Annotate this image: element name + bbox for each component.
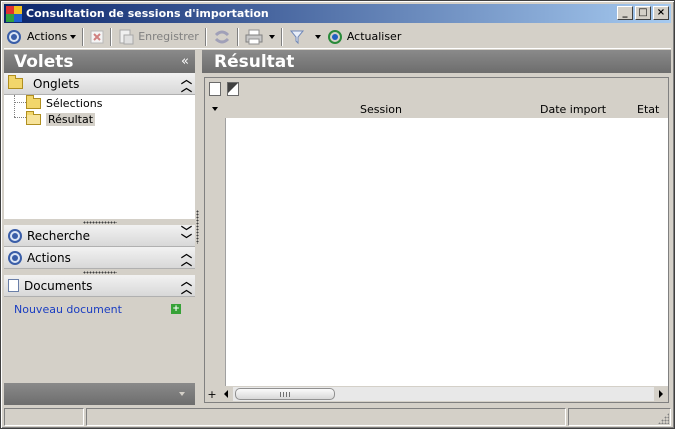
status-cell	[568, 408, 671, 426]
volets-header: Volets «	[4, 50, 195, 73]
filter-button[interactable]	[286, 26, 324, 48]
toolbar-separator	[110, 27, 113, 46]
onglets-section-header[interactable]: Onglets ︿ ︿	[4, 73, 195, 95]
scroll-track[interactable]	[233, 387, 654, 401]
actions-section-icon	[8, 250, 22, 265]
add-document-icon[interactable]: +	[171, 304, 181, 314]
toolbar-separator	[204, 27, 207, 46]
actions-icon-button[interactable]	[4, 26, 24, 48]
open-folder-icon	[26, 110, 41, 125]
actions-section-header[interactable]: Actions ︿ ︿	[4, 247, 195, 269]
collapse-panel-icon[interactable]: «	[181, 54, 189, 69]
new-document-link[interactable]: Nouveau document	[14, 303, 122, 316]
volets-bottom-bar[interactable]	[4, 383, 195, 405]
status-bar	[4, 408, 671, 426]
double-chevron-down-icon[interactable]: ﹀ ﹀	[181, 226, 192, 245]
onglets-tree: Sélections Résultat	[4, 94, 195, 219]
toolbar: Actions Enregistrer Actualiser	[4, 25, 671, 49]
chevron-down-icon	[212, 107, 218, 111]
scroll-thumb[interactable]	[235, 388, 335, 400]
edit-document-icon[interactable]	[227, 82, 239, 96]
refresh-label: Actualiser	[346, 30, 402, 43]
delete-icon	[90, 30, 104, 43]
actions-icon	[7, 29, 21, 44]
column-chooser-button[interactable]	[205, 100, 225, 118]
app-icon	[6, 5, 22, 22]
close-button[interactable]: ×	[653, 6, 669, 20]
horizontal-scrollbar[interactable]: +	[205, 386, 668, 402]
resultat-header: Résultat	[202, 50, 671, 73]
folder-icon	[26, 94, 41, 109]
chevron-down-icon	[268, 34, 275, 39]
new-document-icon[interactable]	[209, 82, 221, 96]
grid-body[interactable]	[225, 118, 668, 386]
grid-toolbar	[205, 78, 668, 100]
actions-section-label: Actions	[27, 250, 71, 265]
double-chevron-up-icon[interactable]: ︿ ︿	[181, 276, 192, 295]
document-icon	[8, 279, 19, 292]
documents-label: Documents	[24, 278, 93, 293]
tree-item-resultat[interactable]: Résultat	[26, 110, 96, 127]
chevron-down-icon	[70, 34, 77, 39]
column-header-date-import[interactable]: Date import	[540, 103, 606, 116]
scroll-left-button[interactable]	[219, 387, 233, 401]
documents-body: Nouveau document +	[4, 297, 195, 361]
print-icon	[245, 29, 263, 44]
folder-icon	[8, 75, 23, 89]
maximize-button[interactable]: □	[635, 6, 651, 20]
actions-menu-button[interactable]: Actions	[24, 26, 79, 48]
panel-splitter[interactable]	[196, 210, 199, 244]
documents-section-header[interactable]: Documents ︿ ︿	[4, 275, 195, 297]
results-grid: Session Date import Etat +	[204, 77, 669, 403]
resultat-title: Résultat	[214, 51, 295, 72]
actions-menu-label: Actions	[27, 30, 68, 43]
recherche-label: Recherche	[27, 228, 91, 243]
volets-title: Volets	[14, 51, 74, 72]
onglets-label: Onglets	[33, 76, 80, 91]
add-row-icon[interactable]: +	[205, 388, 219, 401]
double-chevron-up-icon[interactable]: ︿ ︿	[181, 248, 192, 267]
column-header-etat[interactable]: Etat	[637, 103, 659, 116]
main-window: Consultation de sessions d'importation _…	[0, 0, 675, 429]
delete-button[interactable]	[87, 26, 107, 48]
resultat-panel: Résultat Session Date import Etat +	[202, 50, 671, 405]
grid-header: Session Date import Etat	[205, 100, 668, 118]
scroll-right-button[interactable]	[654, 387, 668, 401]
sync-button[interactable]	[210, 26, 234, 48]
sync-icon	[214, 30, 229, 43]
tree-item-selections[interactable]: Sélections	[26, 94, 103, 111]
refresh-button[interactable]: Actualiser	[324, 26, 405, 48]
print-button[interactable]	[242, 26, 278, 48]
chevron-down-icon	[314, 34, 321, 39]
volets-panel: Volets « Onglets ︿︿ Sélections Résultat	[4, 50, 195, 405]
tree-item-label: Sélections	[46, 96, 103, 110]
toolbar-separator	[82, 27, 85, 46]
double-chevron-up-icon[interactable]: ︿ ︿	[181, 74, 192, 93]
toolbar-separator	[280, 27, 283, 46]
status-cell	[86, 408, 566, 426]
recherche-section-header[interactable]: Recherche ﹀ ﹀	[4, 225, 195, 247]
minimize-button[interactable]: _	[617, 6, 633, 20]
filter-icon	[289, 30, 304, 44]
status-cell	[4, 408, 84, 426]
save-icon	[119, 29, 134, 44]
tree-item-label: Résultat	[46, 112, 96, 126]
column-header-session[interactable]: Session	[360, 103, 402, 116]
refresh-icon	[327, 29, 342, 44]
title-bar[interactable]: Consultation de sessions d'importation _…	[4, 4, 671, 23]
save-label: Enregistrer	[138, 30, 199, 43]
toolbar-separator	[236, 27, 239, 46]
chevron-down-icon	[179, 392, 185, 396]
save-button[interactable]: Enregistrer	[115, 26, 202, 48]
row-selector-column	[205, 118, 225, 386]
window-title: Consultation de sessions d'importation	[26, 7, 269, 20]
recherche-icon	[8, 228, 22, 243]
